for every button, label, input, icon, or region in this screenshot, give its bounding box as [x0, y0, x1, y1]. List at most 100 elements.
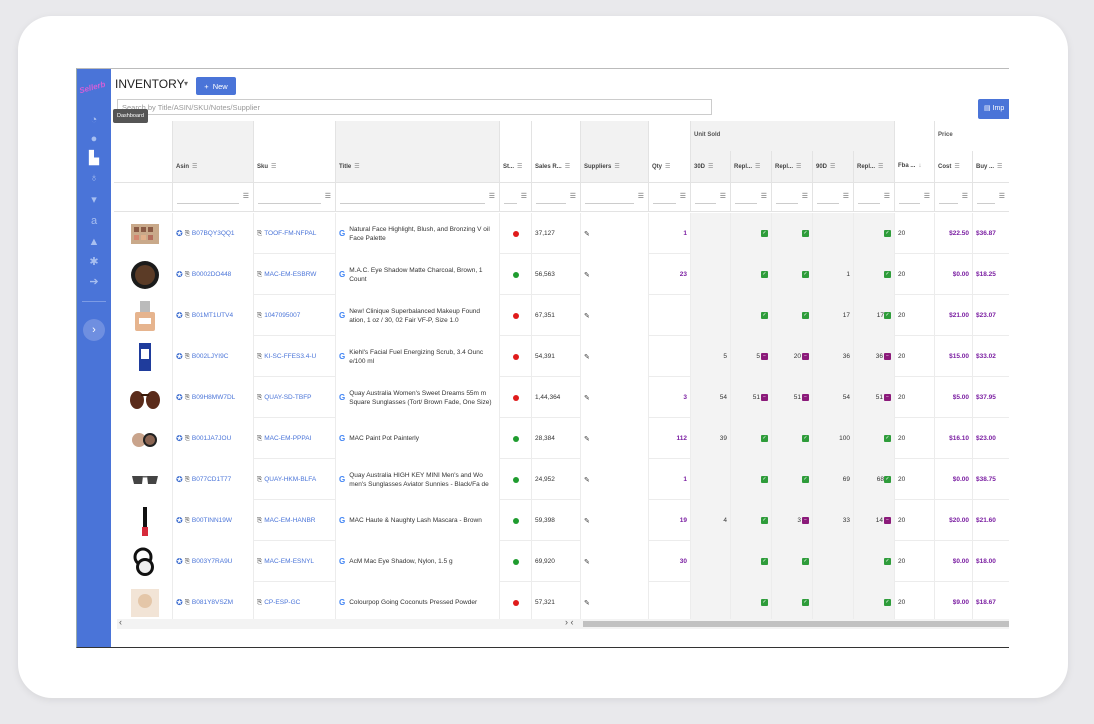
asin-link[interactable]: B0002DO448	[192, 271, 231, 278]
col-asin-filter[interactable]: ☰	[173, 182, 254, 212]
column-menu-icon[interactable]: ☰	[354, 164, 359, 170]
edit-pencil-icon[interactable]: ✎	[584, 230, 590, 238]
copy-icon[interactable]: ⎘	[185, 558, 190, 566]
sku-link[interactable]: MAC-EM-HANBR	[264, 517, 315, 524]
amazon-link-icon[interactable]: ✪	[176, 229, 183, 238]
copy-icon[interactable]: ⎘	[257, 517, 262, 525]
copy-icon[interactable]: ⎘	[185, 271, 190, 279]
filter-icon[interactable]: ☰	[962, 192, 968, 200]
product-image[interactable]	[114, 336, 173, 377]
table-row[interactable]: ✪ ⎘ B07BQY3QQ1 ⎘ TOOF-FM-NFPAL G Natural Face …	[114, 213, 1009, 254]
google-search-icon[interactable]: G	[339, 557, 345, 566]
scroll-left-icon[interactable]: ‹	[119, 617, 122, 627]
copy-icon[interactable]: ⎘	[185, 312, 190, 320]
filter-input[interactable]	[776, 203, 798, 204]
amazon-link-icon[interactable]: ✪	[176, 393, 183, 402]
filter-input[interactable]	[504, 203, 517, 204]
replenish-alert-icon[interactable]: −	[884, 353, 891, 360]
filter-icon[interactable]: ☰	[999, 192, 1005, 200]
google-search-icon[interactable]: G	[339, 516, 345, 525]
product-image[interactable]	[114, 459, 173, 500]
column-menu-icon[interactable]: ☰	[755, 164, 760, 170]
amazon-link-icon[interactable]: ✪	[176, 352, 183, 361]
asin-link[interactable]: B07BQY3QQ1	[192, 230, 235, 237]
filter-input[interactable]	[695, 203, 716, 204]
user-icon[interactable]: ▲	[77, 235, 111, 249]
lightbulb-icon[interactable]: ♁	[77, 171, 111, 185]
column-menu-icon[interactable]: ☰	[192, 164, 197, 170]
inventory-icon[interactable]: ▙	[77, 151, 111, 165]
product-image[interactable]	[114, 418, 173, 459]
google-search-icon[interactable]: G	[339, 475, 345, 484]
copy-icon[interactable]: ⎘	[257, 435, 262, 443]
replenish-alert-icon[interactable]: −	[761, 394, 768, 401]
edit-pencil-icon[interactable]: ✎	[584, 271, 590, 279]
google-search-icon[interactable]: G	[339, 393, 345, 402]
amazon-icon[interactable]: a	[77, 214, 111, 228]
filter-icon[interactable]: ☰	[570, 192, 576, 200]
col-suppliers-header[interactable]: Suppliers ☰	[581, 151, 649, 182]
copy-icon[interactable]: ⎘	[257, 476, 262, 484]
checkbox-checked-icon[interactable]: ✓	[884, 312, 891, 319]
checkbox-checked-icon[interactable]: ✓	[761, 435, 768, 442]
checkbox-checked-icon[interactable]: ✓	[884, 476, 891, 483]
filter-icon[interactable]: ☰	[843, 192, 849, 200]
col-sku-header[interactable]: Sku ☰	[254, 151, 336, 182]
filter-input[interactable]	[653, 203, 676, 204]
col-buy-header[interactable]: Buy ... ☰	[973, 151, 1009, 182]
col-status-header[interactable]: St... ☰	[500, 151, 532, 182]
filter-icon[interactable]: ☰	[924, 192, 930, 200]
col-90d-header[interactable]: 90D ☰	[813, 151, 854, 182]
replenish-alert-icon[interactable]: −	[761, 353, 768, 360]
checkbox-checked-icon[interactable]: ✓	[802, 312, 809, 319]
settings-icon[interactable]: ✱	[77, 255, 111, 269]
copy-icon[interactable]: ⎘	[185, 435, 190, 443]
filter-input[interactable]	[735, 203, 757, 204]
checkbox-checked-icon[interactable]: ✓	[761, 599, 768, 606]
col-30d-filter[interactable]: ☰	[691, 182, 731, 212]
checkbox-checked-icon[interactable]: ✓	[884, 558, 891, 565]
google-search-icon[interactable]: G	[339, 598, 345, 607]
new-button[interactable]: + New	[196, 77, 236, 95]
horizontal-scrollbar[interactable]: ‹ › ‹	[117, 617, 1009, 629]
col-repl-2-filter[interactable]: ☰	[772, 182, 813, 212]
edit-pencil-icon[interactable]: ✎	[584, 517, 590, 525]
col-repl-2-header[interactable]: Repl... ☰	[772, 151, 813, 182]
product-image[interactable]	[114, 541, 173, 582]
copy-icon[interactable]: ⎘	[185, 517, 190, 525]
copy-icon[interactable]: ⎘	[185, 353, 190, 361]
table-row[interactable]: ✪ ⎘ B081Y8VSZM ⎘ CP-ESP-GC G Colourpop Going C…	[114, 582, 1009, 619]
col-qty-filter[interactable]: ☰	[649, 182, 691, 212]
filter-icon[interactable]: ☰	[720, 192, 726, 200]
replenish-alert-icon[interactable]: −	[884, 394, 891, 401]
checkbox-checked-icon[interactable]: ✓	[761, 312, 768, 319]
filter-icon[interactable]: ☰	[638, 192, 644, 200]
checkbox-checked-icon[interactable]: ✓	[802, 230, 809, 237]
sku-link[interactable]: CP-ESP-GC	[264, 599, 300, 606]
cart-icon[interactable]: ▾	[77, 193, 111, 207]
amazon-link-icon[interactable]: ✪	[176, 475, 183, 484]
asin-link[interactable]: B002LJYI9C	[192, 353, 229, 360]
col-title-filter[interactable]: ☰	[336, 182, 500, 212]
filter-icon[interactable]: ☰	[243, 192, 249, 200]
product-image[interactable]	[114, 295, 173, 336]
table-row[interactable]: ✪ ⎘ B077CD1T77 ⎘ QUAY-HKM-BLFA G Quay Australi…	[114, 459, 1009, 500]
google-search-icon[interactable]: G	[339, 311, 345, 320]
edit-pencil-icon[interactable]: ✎	[584, 435, 590, 443]
filter-input[interactable]	[977, 203, 995, 204]
col-suppliers-filter[interactable]: ☰	[581, 182, 649, 212]
checkbox-checked-icon[interactable]: ✓	[884, 435, 891, 442]
filter-icon[interactable]: ☰	[761, 192, 767, 200]
sidebar-expand-button[interactable]: ›	[83, 319, 105, 341]
col-cost-header[interactable]: Cost ☰	[935, 151, 973, 182]
checkbox-checked-icon[interactable]: ✓	[802, 271, 809, 278]
product-image[interactable]	[114, 254, 173, 295]
sku-link[interactable]: KI-SC-FFES3.4-U	[264, 353, 316, 360]
checkbox-checked-icon[interactable]: ✓	[802, 476, 809, 483]
filter-input[interactable]	[340, 203, 485, 204]
scroll-split-icon[interactable]: › ‹	[565, 617, 574, 627]
column-menu-icon[interactable]: ☰	[271, 164, 276, 170]
sku-link[interactable]: 1047095007	[264, 312, 300, 319]
column-menu-icon[interactable]: ☰	[565, 164, 570, 170]
sku-link[interactable]: MAC-EM-PPPAI	[264, 435, 311, 442]
